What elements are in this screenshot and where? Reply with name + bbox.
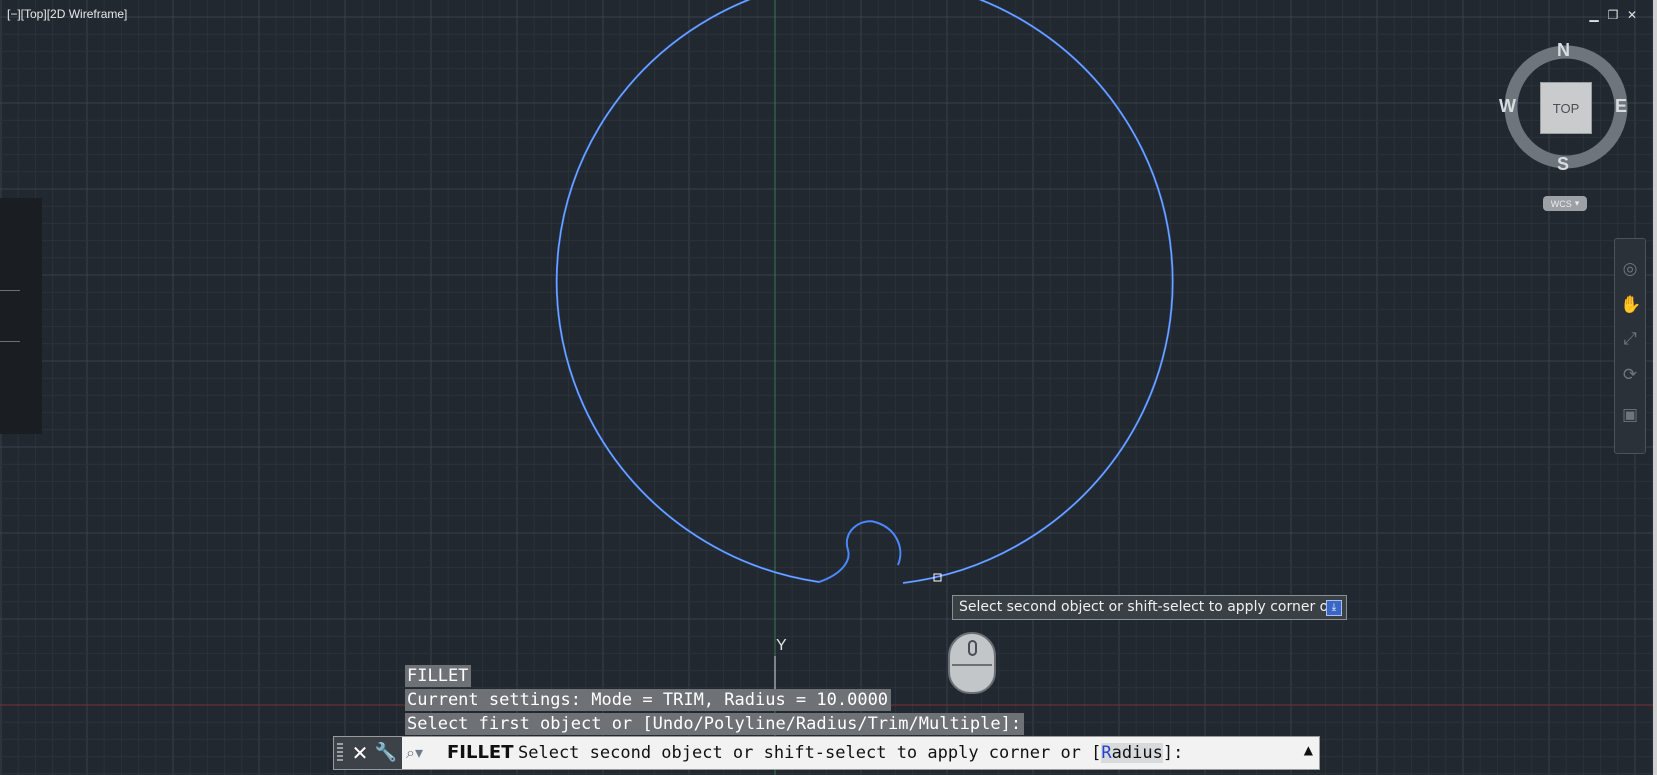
- restore-icon[interactable]: ❐: [1606, 8, 1620, 22]
- chevron-down-icon: ▾: [1574, 198, 1580, 208]
- drag-handle-icon[interactable]: [337, 743, 343, 763]
- left-panel-divider: [0, 341, 20, 342]
- compass-north[interactable]: N: [1557, 40, 1570, 61]
- tooltip-text: Select second object or shift-select to …: [959, 599, 1334, 615]
- left-panel-divider: [0, 290, 20, 291]
- command-prompt-icon: ⌕: [406, 743, 415, 762]
- navigation-bar: ◎ ✋ ⤢ ⟳ ▣: [1614, 238, 1646, 454]
- ucs-y-label: Y: [776, 637, 787, 654]
- command-history-line: FILLET: [405, 665, 472, 687]
- radius-option-text: adius: [1111, 743, 1163, 763]
- wrench-icon[interactable]: 🔧: [374, 741, 398, 765]
- fillet-curve[interactable]: [555, 0, 1174, 584]
- showmotion-icon[interactable]: ▣: [1620, 405, 1640, 425]
- dynamic-input-tooltip: Select second object or shift-select to …: [952, 595, 1347, 620]
- orbit-icon[interactable]: ⟳: [1620, 365, 1640, 385]
- wcs-label: WCS: [1550, 198, 1572, 209]
- close-icon[interactable]: ✕: [350, 741, 370, 765]
- mouse-wheel-icon: [968, 640, 977, 656]
- viewcube-top-face[interactable]: TOP: [1540, 82, 1592, 134]
- minimize-icon[interactable]: ▁: [1587, 8, 1601, 22]
- pan-icon[interactable]: ✋: [1620, 295, 1641, 315]
- drawing-canvas[interactable]: Y X: [0, 0, 1657, 775]
- wcs-menu[interactable]: WCS ▾: [1543, 196, 1587, 211]
- command-line-tools: ✕ 🔧: [334, 737, 402, 769]
- tooltip-pin-icon[interactable]: ⤓: [1326, 600, 1342, 616]
- curve-highlight: [556, 0, 1173, 584]
- recent-commands-button[interactable]: ⌕▾: [406, 743, 436, 763]
- active-command: FILLET: [447, 742, 514, 763]
- command-history-line: Current settings: Mode = TRIM, Radius = …: [405, 689, 892, 711]
- close-icon[interactable]: ✕: [1625, 8, 1639, 22]
- left-panel: [0, 198, 42, 434]
- radius-option-key: R: [1101, 743, 1112, 763]
- zoom-icon[interactable]: ⤢: [1620, 329, 1640, 349]
- window-edge: [1653, 0, 1657, 775]
- steering-wheel-icon[interactable]: ◎: [1620, 259, 1640, 279]
- command-line[interactable]: ✕ 🔧 ⌕▾ FILLET Select second object or sh…: [333, 736, 1320, 770]
- command-prompt[interactable]: Select second object or shift-select to …: [518, 742, 1183, 764]
- radius-option[interactable]: Radius: [1101, 743, 1163, 763]
- grid: [0, 0, 1657, 775]
- compass-east[interactable]: E: [1615, 96, 1627, 117]
- compass-south[interactable]: S: [1557, 154, 1569, 175]
- chevron-down-icon: ▾: [414, 743, 423, 762]
- compass-west[interactable]: W: [1499, 96, 1516, 117]
- viewport-controls-label[interactable]: [−][Top][2D Wireframe]: [7, 7, 127, 21]
- prompt-suffix: ]:: [1162, 743, 1184, 763]
- expand-history-icon[interactable]: ▲: [1304, 743, 1313, 757]
- command-history-line: Select first object or [Undo/Polyline/Ra…: [405, 713, 1025, 735]
- mouse-icon: [948, 632, 996, 694]
- prompt-text: Select second object or shift-select to …: [518, 743, 1102, 763]
